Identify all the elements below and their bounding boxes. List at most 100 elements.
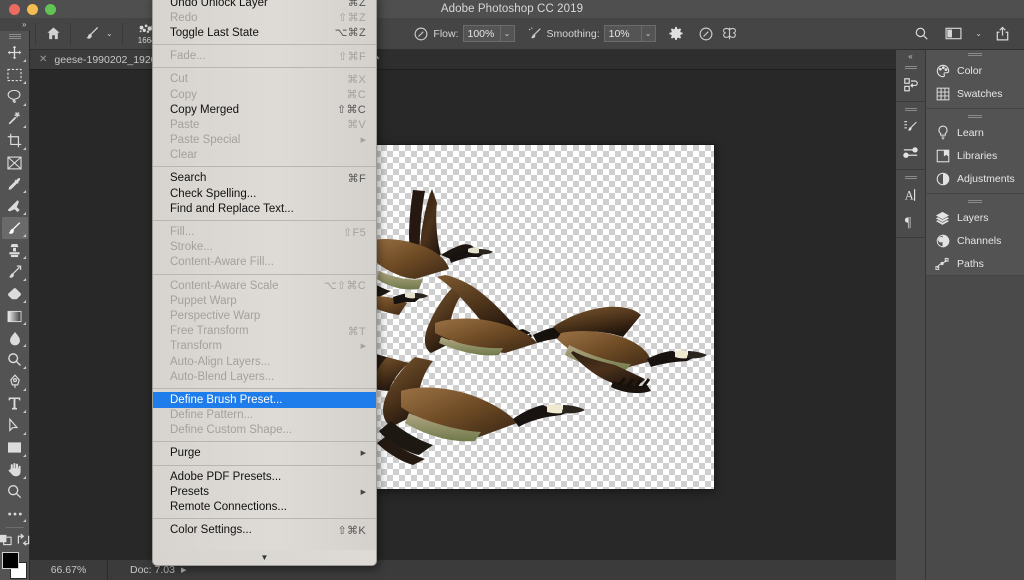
panel-item-channels[interactable]: Channels xyxy=(926,229,1024,252)
menu-item[interactable]: Adobe PDF Presets... xyxy=(153,469,376,484)
panel-grip[interactable] xyxy=(926,197,1024,206)
lasso-tool[interactable] xyxy=(2,86,28,108)
foreground-color-swatch[interactable] xyxy=(1,552,19,570)
blur-drop-icon[interactable] xyxy=(2,327,28,349)
menu-separator xyxy=(153,441,376,443)
collapse-panel-icon[interactable]: » xyxy=(0,18,30,32)
panel-item-adjustments[interactable]: Adjustments xyxy=(926,167,1024,190)
arrange-documents-icon[interactable] xyxy=(941,22,965,46)
panel-item-layers[interactable]: Layers xyxy=(926,206,1024,229)
menu-item[interactable]: Color Settings... ⇧⌘K xyxy=(153,523,376,538)
brush-settings-panel-icon[interactable] xyxy=(896,114,926,140)
svg-text:¶: ¶ xyxy=(904,215,911,229)
status-bar-menu-icon[interactable]: ▶ xyxy=(181,566,186,574)
smoothing-dropdown-arrow[interactable]: ⌄ xyxy=(641,25,656,42)
rectangle-tool[interactable] xyxy=(2,437,28,459)
svg-text:A: A xyxy=(904,188,913,202)
menu-item: Redo ⇧⌘Z xyxy=(153,10,376,25)
menu-item[interactable]: Undo Unlock Layer ⌘Z xyxy=(153,0,376,10)
gear-icon[interactable] xyxy=(664,22,688,46)
search-icon[interactable] xyxy=(909,22,933,46)
flow-input[interactable]: 100% xyxy=(462,25,501,42)
menu-item: Content-Aware Scale ⌥⇧⌘C xyxy=(153,278,376,293)
spot-healing-brush-tool[interactable] xyxy=(2,195,28,217)
menu-item-shortcut: ⇧⌘K xyxy=(337,524,366,537)
panel-grip[interactable] xyxy=(896,105,926,114)
clone-stamp-tool[interactable] xyxy=(2,239,28,261)
chevron-down-icon[interactable]: ⌄ xyxy=(975,29,982,38)
panel-grip[interactable] xyxy=(896,173,926,182)
history-panel-icon[interactable] xyxy=(896,72,926,98)
color-swatches[interactable] xyxy=(1,551,29,580)
pressure-size-icon[interactable] xyxy=(694,22,718,46)
crop-tool[interactable] xyxy=(2,130,28,152)
frame-tool[interactable] xyxy=(2,152,28,174)
document-tab[interactable]: ✕ geese-1990202_1920 xyxy=(30,50,167,69)
flow-dropdown-arrow[interactable]: ⌄ xyxy=(500,25,515,42)
menu-item[interactable]: Find and Replace Text... xyxy=(153,201,376,216)
path-selection-tool[interactable] xyxy=(2,415,28,437)
character-panel-icon[interactable]: A xyxy=(896,182,926,208)
history-brush-tool[interactable] xyxy=(2,261,28,283)
gradient-tool[interactable] xyxy=(2,305,28,327)
brush-tool[interactable] xyxy=(1,217,28,240)
menu-item-label: Paste Special xyxy=(170,134,241,147)
menu-item[interactable]: Check Spelling... xyxy=(153,186,376,201)
rectangular-marquee-tool[interactable] xyxy=(2,64,28,86)
zoom-tool[interactable] xyxy=(2,481,28,503)
goose-5 xyxy=(375,353,585,465)
divider xyxy=(70,22,71,45)
panel-item-learn[interactable]: Learn xyxy=(926,121,1024,144)
airbrush-icon[interactable] xyxy=(523,22,547,46)
panel-grip[interactable] xyxy=(0,31,30,41)
menu-item[interactable]: Search ⌘F xyxy=(153,171,376,186)
menu-item[interactable]: Copy Merged ⇧⌘C xyxy=(153,102,376,117)
type-tool[interactable] xyxy=(2,393,28,415)
screen-mode-icon[interactable] xyxy=(17,531,31,547)
edit-menu-dropdown[interactable]: Undo Unlock Layer ⌘Z Redo ⇧⌘Z Toggle Last St… xyxy=(152,0,377,566)
edit-toolbar-ellipsis-icon[interactable] xyxy=(2,503,28,525)
menu-item[interactable]: Presets ▶ xyxy=(153,484,376,499)
menu-item: Define Pattern... xyxy=(153,408,376,423)
menu-item[interactable]: Purge ▶ xyxy=(153,446,376,461)
panel-grip[interactable] xyxy=(926,50,1024,59)
menu-item-label: Copy Merged xyxy=(170,103,240,116)
zoom-level[interactable]: 66.67% xyxy=(30,559,108,580)
menu-item-label: Remote Connections... xyxy=(170,501,287,514)
dodge-tool[interactable] xyxy=(2,349,28,371)
panel-item-swatches[interactable]: Swatches xyxy=(926,82,1024,105)
channels-icon xyxy=(935,233,950,248)
quick-mask-icon[interactable] xyxy=(0,531,13,547)
share-icon[interactable] xyxy=(990,22,1014,46)
chevron-down-icon[interactable]: ⌄ xyxy=(106,29,113,38)
brush-preset-picker[interactable]: ⌄ xyxy=(76,18,117,50)
close-icon[interactable]: ✕ xyxy=(39,54,47,65)
brushes-panel-icon[interactable] xyxy=(896,140,926,166)
expand-panels-icon[interactable]: « xyxy=(896,50,926,63)
panel-grip[interactable] xyxy=(926,112,1024,121)
airbrush-pressure-icon[interactable] xyxy=(409,22,433,46)
panel-grip[interactable] xyxy=(896,63,926,72)
menu-item[interactable]: Define Brush Preset... xyxy=(153,392,376,408)
menu-scroll-down-arrow[interactable]: ▼ xyxy=(153,550,376,565)
swatches-grid-icon xyxy=(935,86,950,101)
menu-item[interactable]: Toggle Last State ⌥⌘Z xyxy=(153,25,376,40)
eyedropper-tool[interactable] xyxy=(2,173,28,195)
panel-item-paths[interactable]: Paths xyxy=(926,252,1024,275)
panel-item-libraries[interactable]: Libraries xyxy=(926,144,1024,167)
symmetry-butterfly-icon[interactable] xyxy=(718,22,742,46)
eraser-tool[interactable] xyxy=(2,283,28,305)
menu-item-label: Paste xyxy=(170,118,200,131)
image-canvas[interactable] xyxy=(375,145,714,489)
magic-wand-icon[interactable] xyxy=(2,108,28,130)
pen-tool[interactable] xyxy=(2,371,28,393)
move-tool[interactable] xyxy=(2,42,28,64)
panel-item-color[interactable]: Color xyxy=(926,59,1024,82)
menu-item: Free Transform ⌘T xyxy=(153,324,376,339)
menu-item-label: Redo xyxy=(170,11,198,24)
home-icon[interactable] xyxy=(41,22,65,46)
smoothing-input[interactable]: 10% xyxy=(603,25,642,42)
paragraph-panel-icon[interactable]: ¶ xyxy=(896,208,926,234)
hand-tool[interactable] xyxy=(2,459,28,481)
menu-item[interactable]: Remote Connections... xyxy=(153,499,376,514)
